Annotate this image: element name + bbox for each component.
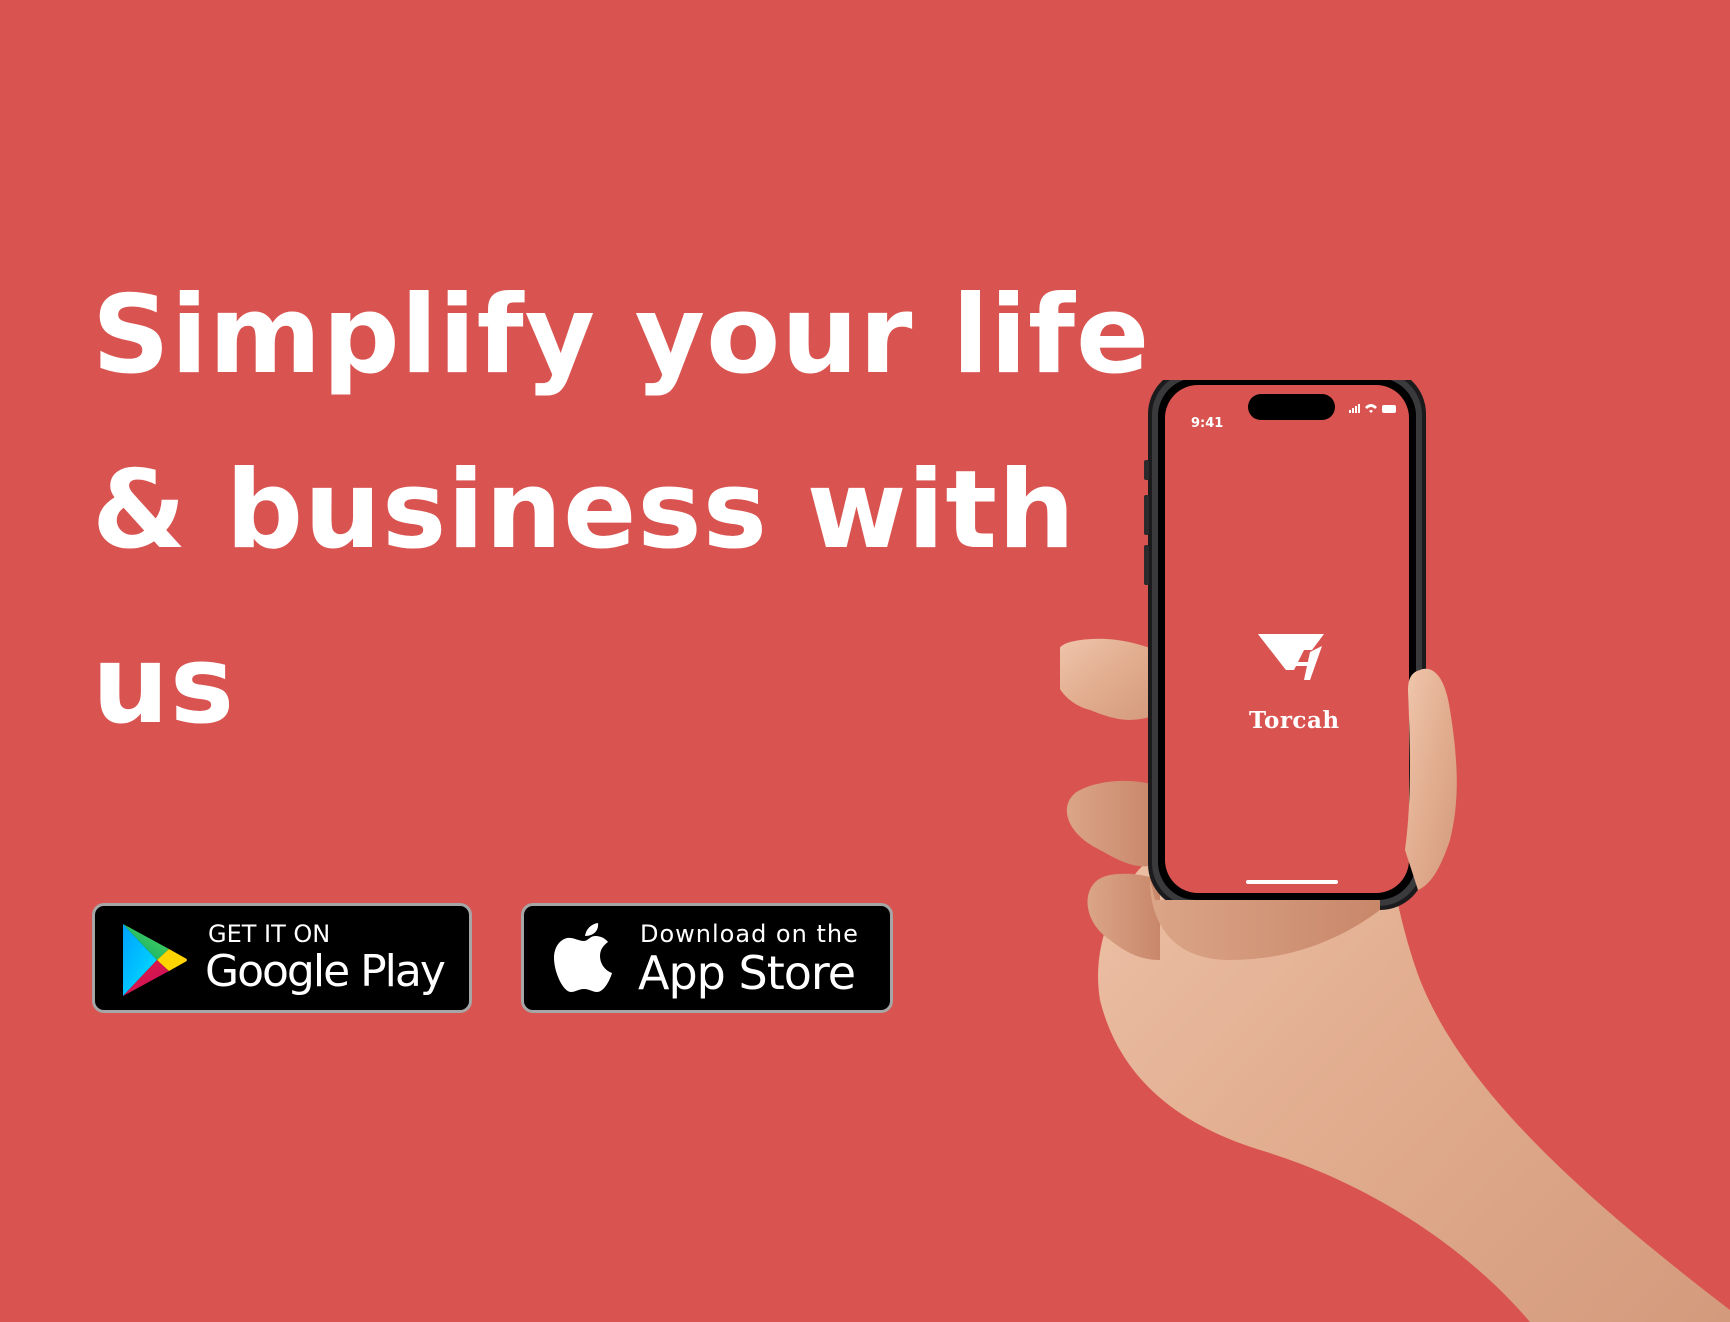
apple-badge-small-text: Download on the [640,920,859,948]
phone-status-time: 9:41 [1191,416,1224,431]
apple-icon [554,923,612,992]
headline-line-2: & business with [92,448,1076,573]
headline-line-3: us [92,623,236,748]
hand-phone-illustration [1060,380,1730,1322]
app-store-badge[interactable]: Download on the App Store [521,903,893,1013]
google-play-badge[interactable]: GET IT ON Google Play [92,903,472,1013]
hand-finger-lower [1087,873,1160,960]
phone-device [1144,380,1426,910]
google-badge-small-text: GET IT ON [208,920,331,948]
hand-finger-top [1060,638,1155,720]
promo-page: Simplify your life & business with us GE… [0,0,1730,1322]
apple-badge-big-text: App Store [638,946,856,1000]
hand-thumb [1405,668,1457,890]
google-play-icon [123,924,187,996]
hand-holding-phone [1060,380,1730,1322]
headline-line-1: Simplify your life [92,273,1151,398]
google-badge-big-text: Google Play [205,946,446,997]
headline: Simplify your life & business with us [92,248,1151,773]
app-name-label: Torcah [1249,707,1340,734]
hand-finger-middle [1066,780,1155,867]
